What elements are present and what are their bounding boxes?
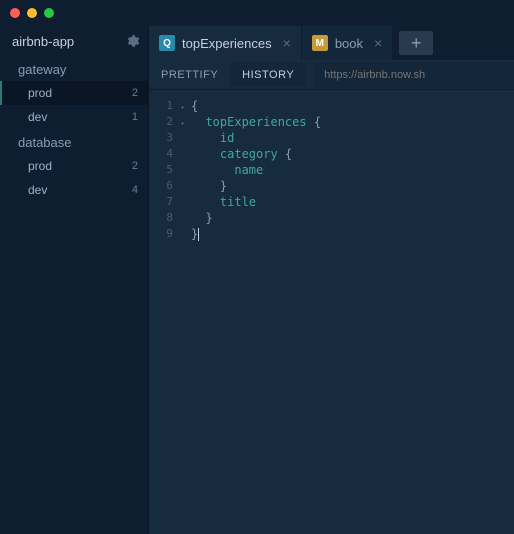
code-line[interactable]: category { (191, 146, 514, 162)
close-window-icon[interactable] (10, 8, 20, 18)
sidebar-group-label: gateway (0, 56, 148, 81)
code-editor[interactable]: 1▾2▾3456789 { topExperiences { id catego… (149, 90, 514, 534)
sidebar-item-count: 4 (132, 184, 138, 196)
sidebar-item-label: prod (28, 159, 52, 173)
toolbar: PRETTIFY HISTORY (149, 60, 514, 90)
code-line[interactable]: id (191, 130, 514, 146)
fold-icon[interactable]: ▾ (180, 100, 185, 116)
sidebar-item-count: 1 (132, 111, 138, 123)
sidebar-item-prod[interactable]: prod 2 (0, 154, 148, 178)
line-number: 3 (149, 130, 179, 146)
mutation-icon: M (312, 35, 328, 51)
close-icon[interactable]: × (283, 35, 291, 51)
sidebar-item-prod[interactable]: prod 2 (0, 81, 148, 105)
app-window: airbnb-app gateway prod 2 dev 1 database prod 2… (0, 0, 514, 534)
code-line[interactable]: } (191, 210, 514, 226)
app-name: airbnb-app (12, 34, 74, 49)
code-area[interactable]: { topExperiences { id category { name } … (179, 90, 514, 534)
text-cursor (198, 228, 199, 241)
titlebar (0, 0, 514, 26)
tab-label: book (335, 36, 363, 51)
sidebar-item-label: prod (28, 86, 52, 100)
code-line[interactable]: } (191, 226, 514, 242)
sidebar-item-count: 2 (132, 160, 138, 172)
gear-icon[interactable] (126, 34, 140, 48)
line-number: 8 (149, 210, 179, 226)
fold-icon[interactable]: ▾ (180, 116, 185, 132)
history-button[interactable]: HISTORY (230, 63, 306, 87)
tab-book[interactable]: Mbook × (302, 26, 393, 60)
line-number: 7 (149, 194, 179, 210)
sidebar-item-dev[interactable]: dev 1 (0, 105, 148, 129)
line-number: 2▾ (149, 114, 179, 130)
line-number: 6 (149, 178, 179, 194)
close-icon[interactable]: × (374, 35, 382, 51)
prettify-button[interactable]: PRETTIFY (149, 63, 230, 87)
tab-topExperiences[interactable]: QtopExperiences × (149, 26, 302, 60)
sidebar-group-label: database (0, 129, 148, 154)
main-panel: QtopExperiences × Mbook × + PRETTIFY HISTOR… (148, 26, 514, 534)
code-line[interactable]: title (191, 194, 514, 210)
code-line[interactable]: topExperiences { (191, 114, 514, 130)
tab-label: topExperiences (182, 36, 272, 51)
tabbar: QtopExperiences × Mbook × + (149, 26, 514, 60)
code-line[interactable]: { (191, 98, 514, 114)
line-number: 9 (149, 226, 179, 242)
gutter: 1▾2▾3456789 (149, 90, 179, 534)
add-tab-button[interactable]: + (399, 31, 433, 55)
maximize-window-icon[interactable] (44, 8, 54, 18)
code-line[interactable]: name (191, 162, 514, 178)
sidebar-item-label: dev (28, 110, 47, 124)
app-body: airbnb-app gateway prod 2 dev 1 database prod 2… (0, 26, 514, 534)
code-line[interactable]: } (191, 178, 514, 194)
line-number: 4 (149, 146, 179, 162)
query-icon: Q (159, 35, 175, 51)
line-number: 1▾ (149, 98, 179, 114)
minimize-window-icon[interactable] (27, 8, 37, 18)
url-input[interactable] (314, 62, 514, 88)
sidebar-item-count: 2 (132, 87, 138, 99)
sidebar-item-label: dev (28, 183, 47, 197)
line-number: 5 (149, 162, 179, 178)
sidebar: airbnb-app gateway prod 2 dev 1 database prod 2… (0, 26, 148, 534)
sidebar-item-dev[interactable]: dev 4 (0, 178, 148, 202)
app-header: airbnb-app (0, 26, 148, 56)
